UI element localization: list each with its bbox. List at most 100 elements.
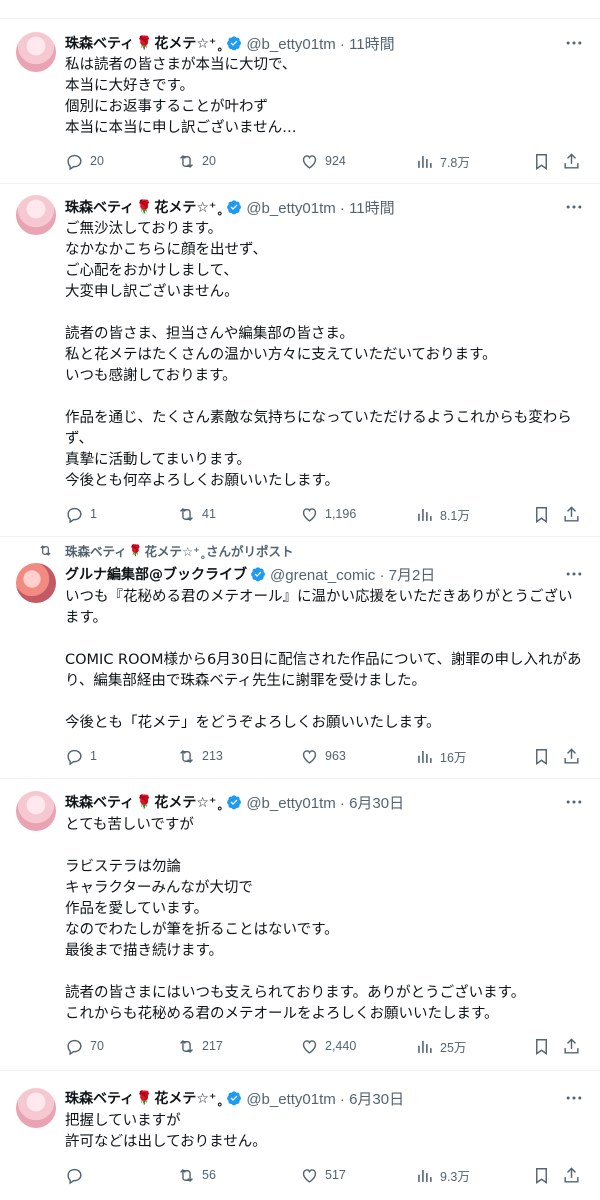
views-button[interactable]: 9.3万 xyxy=(415,1165,470,1185)
avatar[interactable] xyxy=(16,791,56,831)
tweet-2[interactable]: 珠森ベティ 🌹 花メテ☆⁺˳ @b_etty01tm · 11時間 ご無沙汰して… xyxy=(0,184,600,536)
repost-count: 217 xyxy=(202,1039,223,1053)
more-options-icon[interactable] xyxy=(564,33,584,53)
share-button[interactable] xyxy=(562,151,581,171)
views-button[interactable]: 8.1万 xyxy=(415,504,470,524)
share-icon xyxy=(564,1037,579,1054)
views-button[interactable]: 25万 xyxy=(415,1036,466,1056)
bookmark-icon xyxy=(536,1038,547,1055)
repost-label[interactable]: 珠森ベティ 🌹 花メテ☆⁺˳さんがリポスト xyxy=(38,541,294,559)
heart-icon xyxy=(302,154,317,169)
reply-icon xyxy=(67,1039,82,1055)
display-name[interactable]: 珠森ベティ xyxy=(65,33,134,53)
rose-icon: 🌹 xyxy=(136,199,153,215)
more-options-icon[interactable] xyxy=(564,564,584,584)
analytics-icon xyxy=(418,1040,432,1053)
repost-button[interactable]: 213 xyxy=(177,746,223,766)
handle-and-time[interactable]: @grenat_comic · 7月2日 xyxy=(270,564,435,585)
like-count: 963 xyxy=(325,749,346,763)
share-icon xyxy=(564,505,579,522)
tweet-header: グルナ編集部@ブックライブ @grenat_comic · 7月2日 xyxy=(65,564,435,584)
handle-and-time[interactable]: @b_etty01tm · 11時間 xyxy=(246,33,394,54)
display-name-suffix[interactable]: 花メテ☆⁺˳ xyxy=(154,1088,223,1108)
repost-icon xyxy=(180,507,193,521)
verified-badge-icon xyxy=(227,36,242,51)
like-button[interactable]: 924 xyxy=(300,151,346,171)
display-name[interactable]: 珠森ベティ xyxy=(65,792,134,812)
repost-count: 41 xyxy=(202,507,216,521)
tweet-text: ご無沙汰しております。 なかなかこちらに顔を出せず、 ご心配をおかけしまして、 … xyxy=(65,221,572,489)
heart-icon xyxy=(302,749,317,764)
repost-icon xyxy=(180,1039,193,1053)
reply-button[interactable]: 1 xyxy=(65,746,97,766)
bookmark-button[interactable] xyxy=(532,1165,551,1185)
views-button[interactable]: 7.8万 xyxy=(415,151,470,171)
repost-count: 20 xyxy=(202,154,216,168)
analytics-icon xyxy=(418,750,432,763)
display-name-suffix[interactable]: 花メテ☆⁺˳ xyxy=(154,792,223,812)
more-options-icon[interactable] xyxy=(564,792,584,812)
share-button[interactable] xyxy=(562,746,581,766)
handle-and-time[interactable]: @b_etty01tm · 11時間 xyxy=(246,197,394,218)
like-count: 2,440 xyxy=(325,1039,357,1053)
tweet-4[interactable]: 珠森ベティ 🌹 花メテ☆⁺˳ @b_etty01tm · 6月30日 とても苦し… xyxy=(0,779,600,1069)
share-icon xyxy=(564,1166,579,1183)
more-options-icon[interactable] xyxy=(564,1088,584,1108)
tweet-text: いつも『花秘める君のメテオール』に温かい応援をいただきありがとうございます。 C… xyxy=(65,589,582,731)
like-count: 517 xyxy=(325,1168,346,1182)
reply-button[interactable]: 20 xyxy=(65,151,104,171)
repost-icon xyxy=(180,154,193,168)
share-button[interactable] xyxy=(562,504,581,524)
repost-button[interactable]: 56 xyxy=(177,1165,216,1185)
share-button[interactable] xyxy=(562,1036,581,1056)
display-name[interactable]: 珠森ベティ xyxy=(65,1088,134,1108)
avatar[interactable] xyxy=(16,195,56,235)
verified-badge-icon xyxy=(227,200,242,215)
reply-count: 70 xyxy=(90,1039,104,1053)
reply-icon xyxy=(67,1168,82,1184)
avatar[interactable] xyxy=(16,1088,56,1128)
more-options-icon[interactable] xyxy=(564,197,584,217)
view-count: 7.8万 xyxy=(440,155,470,170)
repost-button[interactable]: 41 xyxy=(177,504,216,524)
tweet-text: とても苦しいですが ラビステラは勿論 キャラクターみんなが大切で 作品を愛してい… xyxy=(65,817,526,1022)
repost-count: 56 xyxy=(202,1168,216,1182)
bookmark-button[interactable] xyxy=(532,1036,551,1056)
views-button[interactable]: 16万 xyxy=(415,746,466,766)
repost-indicator-icon xyxy=(40,544,51,556)
tweet-3-repost[interactable]: 珠森ベティ 🌹 花メテ☆⁺˳さんがリポスト グルナ編集部@ブックライブ @gre… xyxy=(0,537,600,777)
share-icon xyxy=(564,152,579,169)
display-name[interactable]: 珠森ベティ xyxy=(65,197,134,217)
handle-and-time[interactable]: @b_etty01tm · 6月30日 xyxy=(246,1088,404,1109)
like-button[interactable]: 517 xyxy=(300,1165,346,1185)
tweet-1[interactable]: 珠森ベティ 🌹 花メテ☆⁺˳ @b_etty01tm · 11時間 私は読者の皆… xyxy=(0,20,600,183)
reply-button[interactable] xyxy=(65,1165,90,1185)
reply-button[interactable]: 1 xyxy=(65,504,97,524)
repost-button[interactable]: 20 xyxy=(177,151,216,171)
repost-count: 213 xyxy=(202,749,223,763)
bookmark-button[interactable] xyxy=(532,504,551,524)
tweet-header: 珠森ベティ 🌹 花メテ☆⁺˳ @b_etty01tm · 6月30日 xyxy=(65,792,404,812)
verified-badge-icon xyxy=(251,567,265,582)
bookmark-icon xyxy=(536,1167,547,1184)
like-button[interactable]: 963 xyxy=(300,746,346,766)
avatar[interactable] xyxy=(16,563,56,603)
like-button[interactable]: 2,440 xyxy=(300,1036,356,1056)
bookmark-button[interactable] xyxy=(532,746,551,766)
heart-icon xyxy=(302,507,317,522)
avatar[interactable] xyxy=(16,32,56,72)
like-button[interactable]: 1,196 xyxy=(300,504,356,524)
display-name-suffix[interactable]: 花メテ☆⁺˳ xyxy=(154,33,223,53)
share-button[interactable] xyxy=(562,1165,581,1185)
reply-count: 1 xyxy=(90,507,97,521)
bookmark-button[interactable] xyxy=(532,151,551,171)
display-name-suffix[interactable]: 花メテ☆⁺˳ xyxy=(154,197,223,217)
tweet-5[interactable]: 珠森ベティ 🌹 花メテ☆⁺˳ @b_etty01tm · 6月30日 把握してい… xyxy=(0,1071,600,1200)
rose-icon: 🌹 xyxy=(136,35,153,51)
divider xyxy=(0,18,600,19)
handle-and-time[interactable]: @b_etty01tm · 6月30日 xyxy=(246,792,404,813)
reply-button[interactable]: 70 xyxy=(65,1036,104,1056)
display-name[interactable]: グルナ編集部@ブックライブ xyxy=(65,564,247,584)
reply-count: 20 xyxy=(90,154,104,168)
repost-button[interactable]: 217 xyxy=(177,1036,223,1056)
